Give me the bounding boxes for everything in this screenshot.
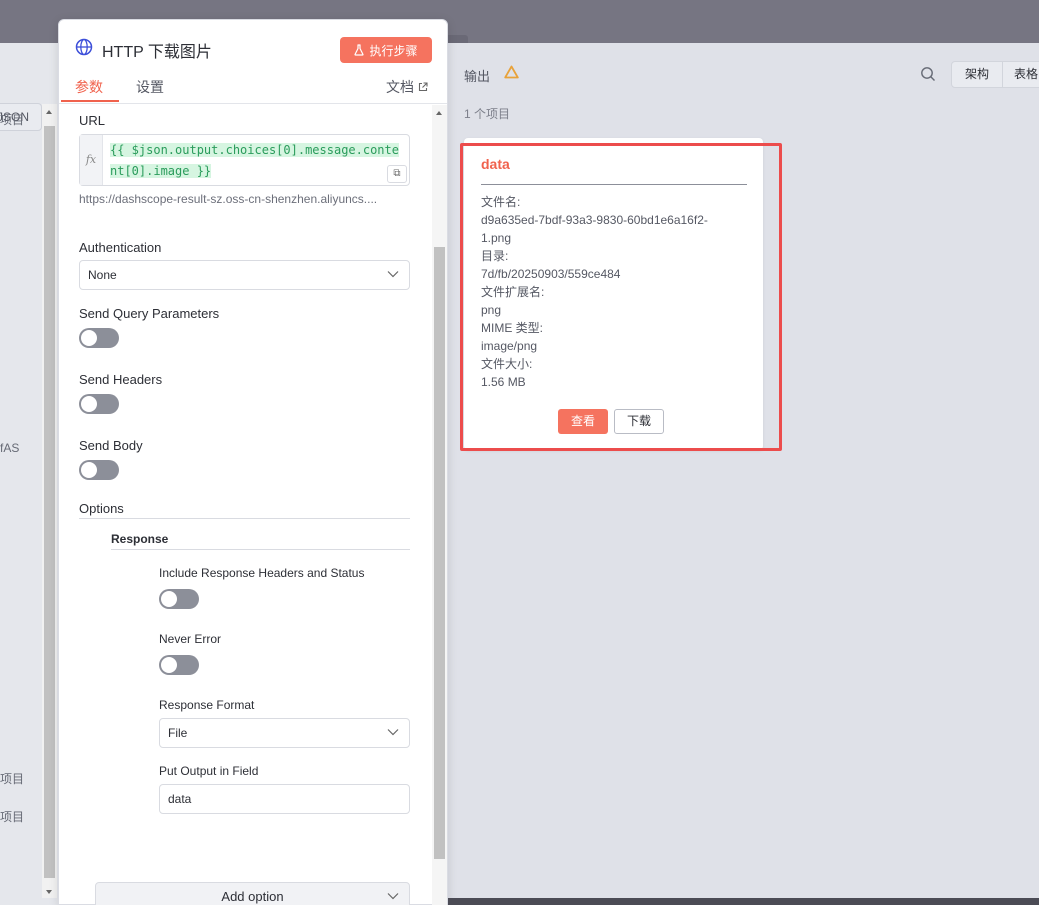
fx-icon: fx: [80, 135, 103, 185]
parameters-form: URL fx {{ $json.output.choices[0].messag…: [59, 105, 447, 905]
input-item-count: 项目: [0, 113, 25, 127]
flask-icon: [354, 44, 365, 56]
never-error-label: Never Error: [159, 632, 222, 646]
scroll-up-icon[interactable]: [46, 110, 52, 114]
view-table-button[interactable]: 表格: [1002, 61, 1039, 88]
input-scrollbar[interactable]: [42, 104, 57, 898]
scroll-up-icon[interactable]: [436, 111, 442, 115]
response-format-label: Response Format: [159, 698, 255, 712]
search-icon[interactable]: [920, 66, 936, 82]
chevron-down-icon: [387, 893, 399, 900]
tab-settings[interactable]: 设置: [136, 77, 164, 97]
warning-triangle-icon[interactable]: [504, 65, 519, 79]
response-format-value: File: [168, 726, 188, 740]
response-section-label: Response: [111, 532, 169, 546]
send-query-toggle[interactable]: [79, 328, 119, 348]
send-headers-toggle[interactable]: [79, 394, 119, 414]
include-headers-toggle[interactable]: [159, 589, 199, 609]
never-error-toggle[interactable]: [159, 655, 199, 675]
view-schema-button[interactable]: 架构: [951, 61, 1003, 88]
bottom-strip: [448, 898, 1039, 905]
scroll-thumb[interactable]: [44, 126, 55, 878]
output-field-label: Put Output in Field: [159, 764, 259, 778]
url-expression-field[interactable]: fx {{ $json.output.choices[0].message.co…: [79, 134, 410, 186]
input-fragment-text: fAS: [0, 441, 20, 455]
authentication-value: None: [88, 268, 117, 282]
active-tab-indicator: [61, 100, 119, 102]
input-item-count: 项目: [0, 772, 25, 786]
add-option-dropdown[interactable]: Add option: [95, 882, 410, 905]
send-body-toggle[interactable]: [79, 460, 119, 480]
chevron-down-icon: [387, 729, 399, 736]
output-field-input[interactable]: data: [159, 784, 410, 814]
authentication-label: Authentication: [79, 240, 162, 255]
tab-parameters[interactable]: 参数: [75, 77, 103, 97]
add-option-label: Add option: [221, 889, 284, 904]
options-divider: [79, 518, 410, 519]
scroll-thumb[interactable]: [434, 247, 445, 859]
globe-icon: [75, 38, 93, 56]
url-expression[interactable]: {{ $json.output.choices[0].message.conte…: [110, 140, 406, 182]
node-title[interactable]: HTTP 下载图片: [102, 38, 212, 62]
url-expression-text: {{ $json.output.choices[0].message.conte…: [110, 143, 399, 178]
input-item-count: 项目: [0, 810, 25, 824]
panel-header: HTTP 下载图片 执行步骤 参数 设置 文档: [59, 20, 447, 104]
authentication-select[interactable]: None: [79, 260, 410, 290]
docs-link[interactable]: 文档: [386, 77, 428, 97]
output-label: 输出: [464, 69, 491, 84]
url-label: URL: [79, 113, 106, 128]
chevron-down-icon: [387, 271, 399, 278]
highlight-annotation: [460, 143, 782, 451]
send-body-label: Send Body: [79, 438, 143, 453]
output-item-count: 1 个项目: [464, 107, 511, 121]
response-divider: [111, 549, 410, 550]
send-query-label: Send Query Parameters: [79, 306, 220, 321]
panel-scrollbar[interactable]: [432, 105, 447, 905]
include-headers-label: Include Response Headers and Status: [159, 566, 365, 580]
execute-step-button[interactable]: 执行步骤: [340, 37, 432, 63]
node-settings-panel: HTTP 下载图片 执行步骤 参数 设置 文档 URL fx {{ $json.…: [58, 19, 448, 905]
scroll-down-icon[interactable]: [46, 890, 52, 894]
response-format-select[interactable]: File: [159, 718, 410, 748]
expand-editor-icon[interactable]: ⧉: [387, 165, 407, 183]
options-label: Options: [79, 501, 124, 516]
external-link-icon: [418, 82, 428, 92]
docs-label: 文档: [386, 79, 414, 95]
url-resolved-preview: https://dashscope-result-sz.oss-cn-shenz…: [79, 192, 378, 206]
send-headers-label: Send Headers: [79, 372, 163, 387]
execute-step-label: 执行步骤: [369, 43, 418, 58]
